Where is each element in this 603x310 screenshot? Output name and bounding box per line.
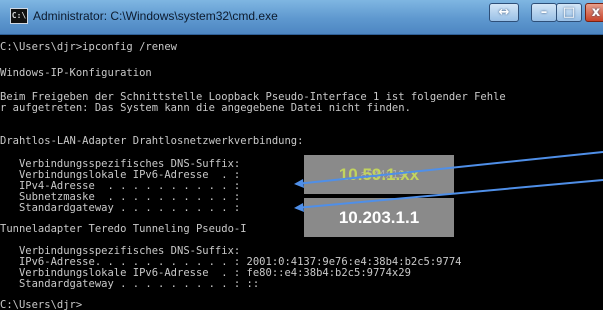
arrow-ipv4 [295,151,603,185]
arrowhead-gateway [294,203,304,212]
arrowhead-ipv4 [294,179,304,188]
annotation-arrows [294,151,603,212]
arrow-gateway [295,179,603,209]
